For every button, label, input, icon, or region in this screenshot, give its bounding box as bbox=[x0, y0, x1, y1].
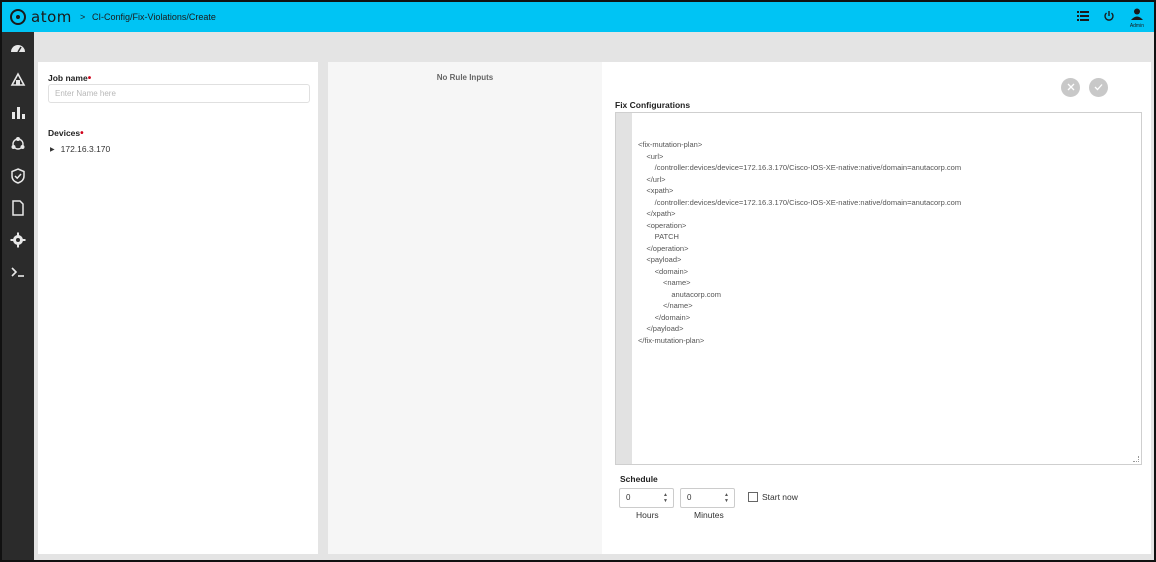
app-window: atom > CI-Config/Fix-Violations/Create A… bbox=[0, 0, 1156, 562]
stepper-arrows-icon[interactable]: ▲ ▼ bbox=[663, 492, 668, 504]
code-line: <payload> bbox=[638, 255, 682, 264]
close-icon bbox=[1067, 83, 1074, 91]
code-line: <fix-mutation-plan> bbox=[638, 140, 703, 149]
code-line: <url> bbox=[638, 151, 664, 161]
rule-inputs-panel: No Rule Inputs bbox=[328, 62, 602, 554]
hours-value: 0 bbox=[626, 493, 631, 502]
power-icon[interactable] bbox=[1102, 10, 1116, 24]
minutes-label: Minutes bbox=[694, 510, 724, 520]
breadcrumb-separator: > bbox=[80, 12, 86, 22]
code-line: PATCH bbox=[638, 232, 679, 241]
dashboard-icon[interactable] bbox=[10, 40, 26, 56]
code-line: /controller:devices/device=172.16.3.170/… bbox=[638, 197, 962, 207]
code-line: <name> bbox=[638, 278, 691, 287]
code-line: </domain> bbox=[638, 312, 691, 322]
network-icon[interactable] bbox=[10, 136, 26, 152]
resize-handle[interactable] bbox=[1133, 456, 1139, 462]
devices-label: Devices• bbox=[48, 128, 84, 139]
code-line: <xpath> bbox=[638, 186, 674, 195]
fix-config-editor[interactable]: <fix-mutation-plan> <url> /controller:de… bbox=[615, 112, 1142, 465]
list-icon[interactable] bbox=[1076, 10, 1090, 24]
terminal-icon[interactable] bbox=[10, 264, 26, 280]
no-rule-inputs-text: No Rule Inputs bbox=[436, 73, 494, 82]
code-line: </payload> bbox=[638, 324, 684, 333]
hours-label: Hours bbox=[636, 510, 659, 520]
device-tree-item[interactable]: ▶ 172.16.3.170 bbox=[50, 144, 110, 154]
shield-icon[interactable] bbox=[10, 168, 26, 184]
code-line: </operation> bbox=[638, 243, 689, 253]
code-line: anutacorp.com bbox=[638, 289, 721, 299]
document-icon[interactable] bbox=[10, 200, 26, 216]
gear-icon[interactable] bbox=[10, 232, 26, 248]
device-ip: 172.16.3.170 bbox=[60, 144, 111, 154]
top-header: atom > CI-Config/Fix-Violations/Create A… bbox=[2, 2, 1154, 32]
admin-label: Admin bbox=[1129, 23, 1144, 29]
start-now-label: Start now bbox=[762, 492, 798, 502]
code-line: </fix-mutation-plan> bbox=[638, 335, 705, 345]
fix-configurations-panel: Fix Configurations <fix-mutation-plan> <… bbox=[602, 62, 1151, 554]
devices-icon[interactable] bbox=[10, 72, 26, 88]
breadcrumb[interactable]: CI-Config/Fix-Violations/Create bbox=[92, 12, 216, 22]
atom-logo[interactable]: atom bbox=[10, 8, 72, 26]
check-icon bbox=[1094, 84, 1103, 91]
code-line: </url> bbox=[638, 174, 666, 184]
atom-logo-icon bbox=[10, 9, 26, 25]
code-block[interactable]: <fix-mutation-plan> <url> /controller:de… bbox=[638, 139, 961, 346]
job-details-panel: Job name• Devices• ▶ 172.16.3.170 bbox=[38, 62, 318, 554]
stepper-arrows-icon[interactable]: ▲ ▼ bbox=[724, 492, 729, 504]
minutes-stepper[interactable]: 0 ▲ ▼ bbox=[680, 488, 735, 508]
bar-chart-icon[interactable] bbox=[10, 104, 26, 120]
user-icon[interactable] bbox=[1130, 8, 1144, 22]
caret-right-icon[interactable]: ▶ bbox=[50, 146, 55, 153]
job-name-label: Job name• bbox=[48, 73, 92, 84]
code-line: <operation> bbox=[638, 220, 687, 230]
minutes-value: 0 bbox=[687, 493, 692, 502]
save-button[interactable] bbox=[1089, 78, 1108, 97]
start-now-checkbox[interactable] bbox=[748, 492, 758, 502]
schedule-label: Schedule bbox=[620, 474, 658, 484]
code-line: </xpath> bbox=[638, 209, 676, 218]
code-line: </name> bbox=[638, 301, 693, 310]
code-line: <domain> bbox=[638, 266, 689, 276]
job-name-input[interactable] bbox=[48, 84, 310, 103]
editor-gutter bbox=[616, 113, 632, 464]
code-line: /controller:devices/device=172.16.3.170/… bbox=[638, 163, 962, 172]
logo-text: atom bbox=[31, 8, 72, 26]
fix-configurations-label: Fix Configurations bbox=[615, 100, 691, 110]
cancel-button[interactable] bbox=[1061, 78, 1080, 97]
sidebar bbox=[2, 32, 34, 560]
hours-stepper[interactable]: 0 ▲ ▼ bbox=[619, 488, 674, 508]
